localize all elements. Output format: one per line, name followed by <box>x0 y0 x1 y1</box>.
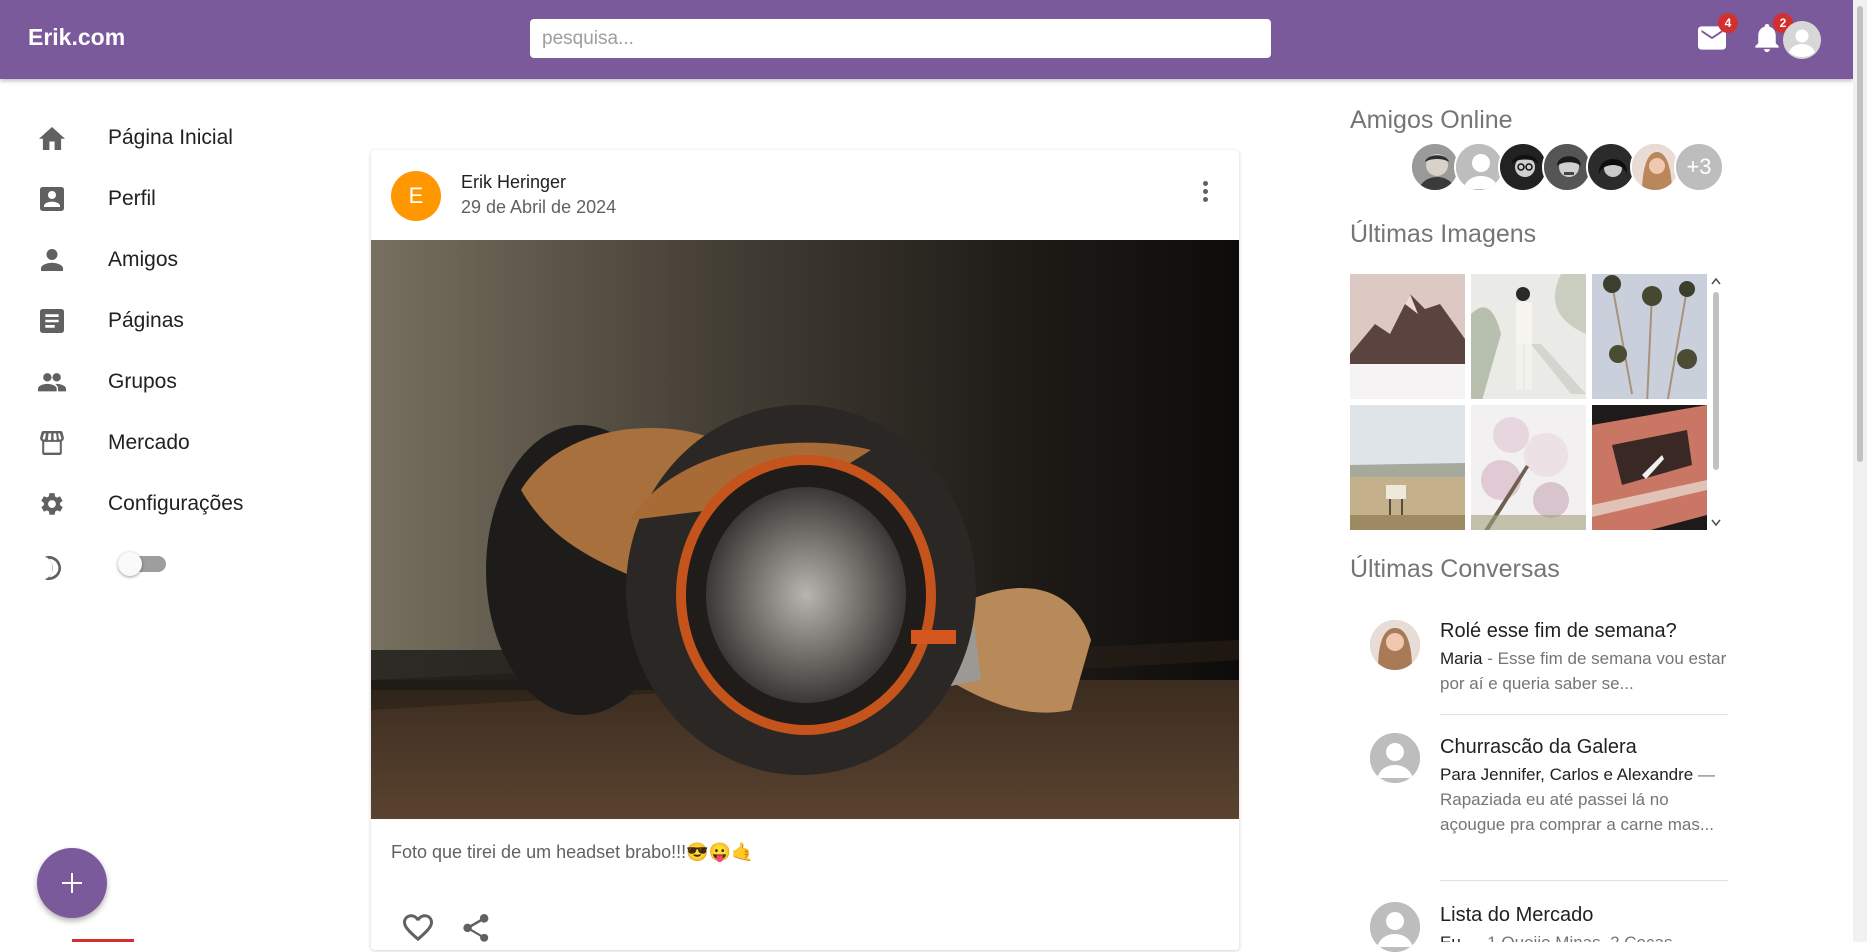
messages-count-badge: 4 <box>1718 13 1738 33</box>
sidebar-item-label: Configurações <box>108 492 244 515</box>
more-vert-icon[interactable] <box>1193 177 1217 205</box>
conversation-divider <box>1440 714 1728 715</box>
post-author-name[interactable]: Erik Heringer <box>461 172 566 193</box>
latest-images-grid <box>1350 274 1722 530</box>
share-icon[interactable] <box>463 914 489 947</box>
storefront-icon <box>38 429 66 457</box>
post-date: 29 de Abril de 2024 <box>461 197 617 217</box>
conversation-divider <box>1440 880 1728 881</box>
sidebar-item-label: Mercado <box>108 431 190 454</box>
sidebar-item-label: Grupos <box>108 370 177 393</box>
friend-avatar[interactable] <box>1586 142 1636 192</box>
friend-avatar[interactable] <box>1410 142 1460 192</box>
sidebar-item-label: Página Inicial <box>108 126 233 149</box>
conversation-avatar <box>1370 620 1420 670</box>
app-bar: Erik.com 4 2 <box>0 0 1853 79</box>
sidebar-item-label: Perfil <box>108 187 156 210</box>
image-thumb-desert[interactable] <box>1350 405 1465 530</box>
account-avatar[interactable] <box>1783 21 1821 59</box>
conversation-preview: Eu — 1 Queijo Minas, 2 Cocas... <box>1440 930 1728 942</box>
sidebar-item-pages[interactable]: Páginas <box>0 294 300 348</box>
conversation-title: Rolé esse fim de semana? <box>1440 620 1677 642</box>
sidebar-item-friends[interactable]: Amigos <box>0 233 300 287</box>
more-friends-count[interactable]: +3 <box>1674 142 1724 192</box>
image-thumb-car[interactable] <box>1592 405 1707 530</box>
sidebar-item-groups[interactable]: Grupos <box>0 355 300 409</box>
account-box-icon <box>38 185 66 213</box>
search-input[interactable] <box>530 19 1271 58</box>
conversation-title: Lista do Mercado <box>1440 904 1594 926</box>
conversation-snippet: - Esse fim de semana vou estar por aí e … <box>1440 649 1727 693</box>
online-friends-title: Amigos Online <box>1350 106 1513 134</box>
sidebar-item-label: Amigos <box>108 248 179 271</box>
post-text: Foto que tirei de um headset brabo!!!😎😛🤙 <box>391 842 754 862</box>
conversation-sender: Para Jennifer, Carlos e Alexandre <box>1440 765 1694 784</box>
page-scrollbar-thumb[interactable] <box>1857 6 1863 462</box>
conversation-avatar <box>1370 733 1420 783</box>
toggle-knob <box>118 552 142 576</box>
sidebar-item-settings[interactable]: Configurações <box>0 477 300 531</box>
messages-button[interactable]: 4 <box>1696 13 1738 54</box>
sidebar-item-profile[interactable]: Perfil <box>0 172 300 226</box>
friend-avatar[interactable] <box>1542 142 1592 192</box>
friend-avatar[interactable] <box>1498 142 1548 192</box>
post-card: E Erik Heringer 29 de Abril de 2024 Foto… <box>371 150 1239 950</box>
gear-icon <box>38 490 66 518</box>
latest-conversations-title: Últimas Conversas <box>1350 555 1560 583</box>
image-thumb-blossom[interactable] <box>1471 405 1586 530</box>
sidebar-item-home[interactable]: Página Inicial <box>0 111 300 165</box>
account-circle-icon <box>1783 21 1821 59</box>
images-scrollbar[interactable] <box>1710 274 1722 530</box>
conversation-sender: Eu <box>1440 933 1461 942</box>
group-icon <box>38 368 66 396</box>
article-icon <box>38 307 66 335</box>
sidebar-item-market[interactable]: Mercado <box>0 416 300 470</box>
latest-images-title: Últimas Imagens <box>1350 220 1537 248</box>
image-thumb-palms[interactable] <box>1592 274 1707 399</box>
image-thumb-person[interactable] <box>1471 274 1586 399</box>
person-icon <box>38 246 66 274</box>
conversation-preview: Para Jennifer, Carlos e Alexandre — Rapa… <box>1440 762 1728 837</box>
post-author-avatar[interactable]: E <box>391 171 441 221</box>
image-thumb-mountain[interactable] <box>1350 274 1465 399</box>
post-image[interactable] <box>371 240 1239 819</box>
conversation-snippet: — 1 Queijo Minas, 2 Cocas... <box>1461 933 1687 942</box>
conversation-sender: Maria <box>1440 649 1483 668</box>
friend-avatar[interactable] <box>1630 142 1680 192</box>
home-icon <box>38 124 66 152</box>
brand-logo[interactable]: Erik.com <box>28 24 125 51</box>
sidebar-item-label: Páginas <box>108 309 184 332</box>
heart-icon[interactable] <box>403 914 433 947</box>
dark-mode-toggle[interactable] <box>118 552 168 576</box>
moon-icon <box>38 554 66 582</box>
post-actions <box>403 914 489 947</box>
create-post-fab[interactable] <box>37 848 107 918</box>
plus-icon <box>62 873 82 893</box>
notifications-button[interactable]: 2 <box>1751 13 1793 54</box>
conversation-preview: Maria - Esse fim de semana vou estar por… <box>1440 646 1728 696</box>
page-scrollbar[interactable] <box>1853 0 1867 942</box>
conversation-title: Churrascão da Galera <box>1440 736 1637 758</box>
friend-avatar[interactable] <box>1454 142 1504 192</box>
conversation-avatar <box>1370 902 1420 952</box>
